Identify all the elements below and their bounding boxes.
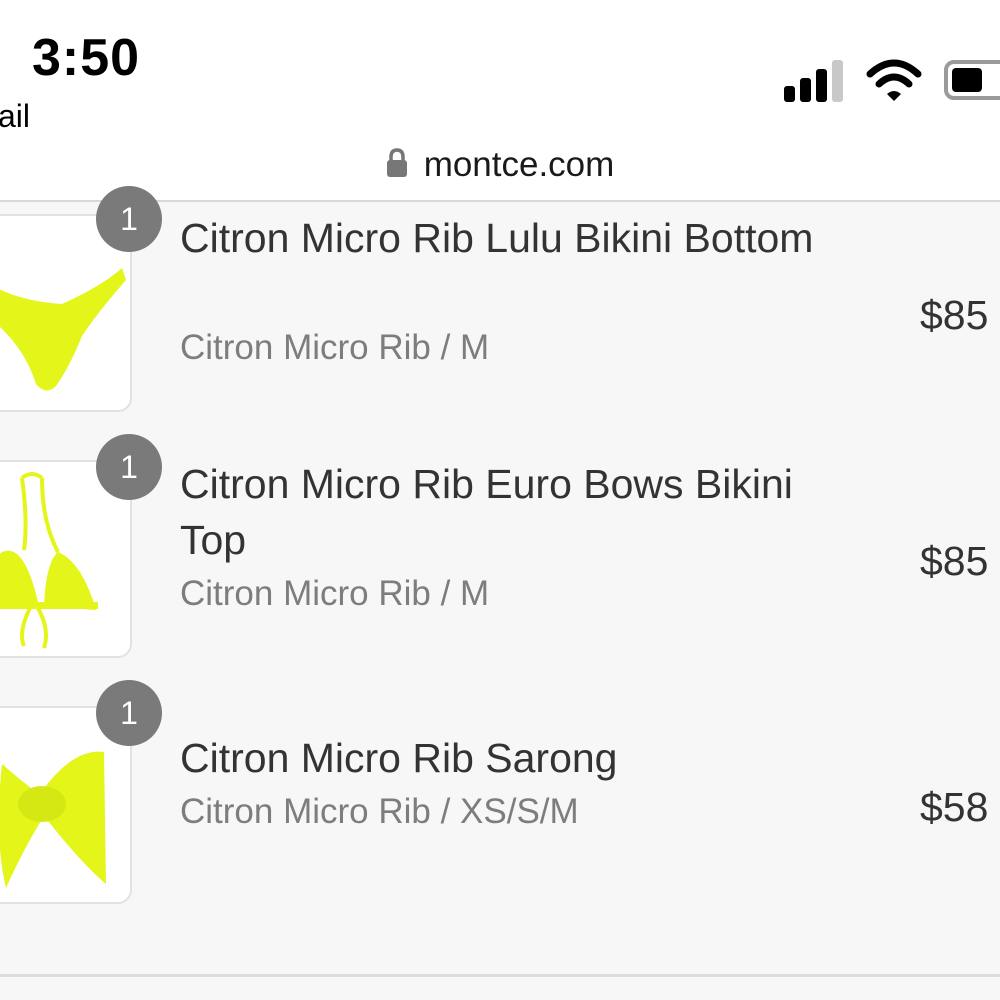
item-name: Citron Micro Rib Euro Bows Bikini Top xyxy=(180,461,793,563)
item-name: Citron Micro Rib Lulu Bikini Bottom xyxy=(180,215,814,261)
cart-summary: 1 Citron Micro Rib Lulu Bikini Bottom Ci… xyxy=(0,186,1000,1000)
item-variant: Citron Micro Rib / M xyxy=(180,328,490,367)
screen: 3:50 ail montce.com 1 Citron Micro Rib L… xyxy=(0,0,1000,1000)
item-variant: Citron Micro Rib / M xyxy=(180,574,490,613)
url-text: montce.com xyxy=(423,145,615,184)
quantity-badge: 1 xyxy=(96,186,162,252)
cart-item[interactable]: 1 Citron Micro Rib Sarong Citron Micro R… xyxy=(0,680,1000,914)
signal-icon xyxy=(784,60,843,102)
item-variant: Citron Micro Rib / XS/S/M xyxy=(180,792,579,831)
cart-item[interactable]: 1 Citron Micro Rib Lulu Bikini Bottom Ci… xyxy=(0,186,1000,422)
lock-icon xyxy=(386,148,407,177)
status-time: 3:50 xyxy=(32,29,141,87)
battery-level xyxy=(952,68,982,92)
cart-divider xyxy=(0,974,1000,977)
cart-item[interactable]: 1 Citron Micro Rib Euro Bows Bikini Top … xyxy=(0,434,1000,668)
url-bar[interactable]: montce.com xyxy=(0,130,1000,200)
item-name: Citron Micro Rib Sarong xyxy=(180,735,618,781)
quantity-badge: 1 xyxy=(96,680,162,746)
battery-icon xyxy=(944,60,1000,100)
item-price: $58 xyxy=(920,784,989,830)
wifi-icon xyxy=(866,59,922,101)
item-price: $85 xyxy=(920,292,989,338)
status-bar: 3:50 ail xyxy=(0,0,1000,140)
quantity-badge: 1 xyxy=(96,434,162,500)
item-price: $85 xyxy=(920,538,989,584)
